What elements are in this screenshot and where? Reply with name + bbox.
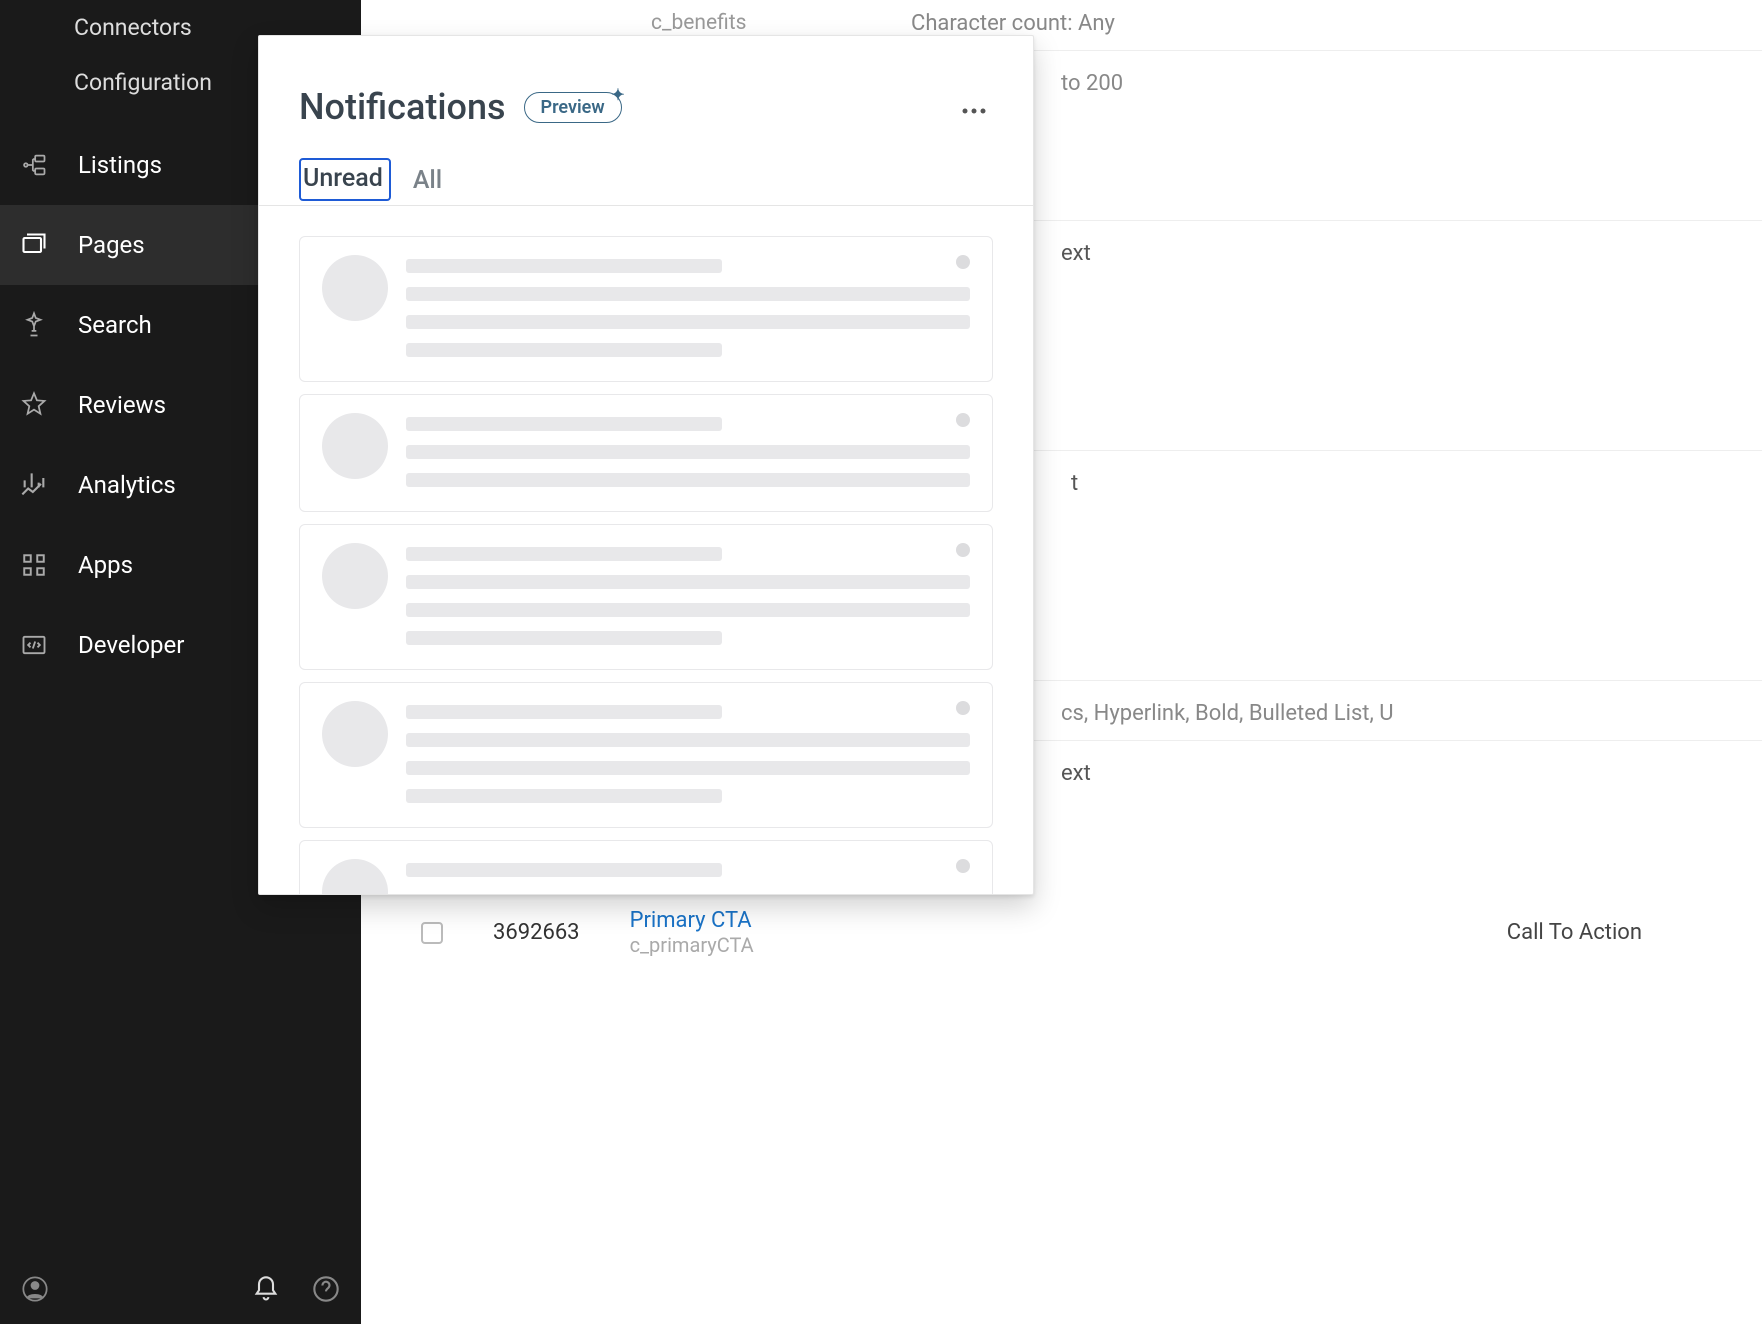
tab-all[interactable]: All — [413, 158, 442, 205]
sparkle-icon: ✦ — [611, 85, 624, 104]
notification-skeleton — [299, 394, 993, 512]
notifications-list — [259, 206, 1033, 895]
developer-icon — [20, 631, 48, 659]
search-icon — [20, 311, 48, 339]
help-icon[interactable] — [311, 1274, 341, 1304]
skeleton-avatar — [322, 255, 388, 321]
tab-unread[interactable]: Unread — [299, 158, 391, 201]
row-checkbox[interactable] — [421, 922, 443, 944]
row-field-type: Call To Action — [1507, 920, 1642, 945]
skeleton-avatar — [322, 413, 388, 479]
skeleton-status-dot — [956, 701, 970, 715]
more-options-button[interactable] — [961, 92, 993, 122]
skeleton-status-dot — [956, 543, 970, 557]
skeleton-avatar — [322, 543, 388, 609]
notification-skeleton — [299, 840, 993, 895]
skeleton-status-dot — [956, 255, 970, 269]
sidebar-item-label: Analytics — [78, 471, 176, 499]
skeleton-status-dot — [956, 413, 970, 427]
sidebar-item-label: Developer — [78, 631, 184, 659]
sidebar-item-label: Reviews — [78, 391, 166, 419]
sidebar-item-label: Listings — [78, 151, 162, 179]
sidebar-item-label: Search — [78, 311, 152, 339]
apps-icon — [20, 551, 48, 579]
skeleton-avatar — [322, 859, 388, 895]
notifications-title: Notifications — [299, 86, 506, 128]
pages-icon — [20, 231, 48, 259]
notifications-tabs: Unread All — [259, 158, 1033, 206]
skeleton-status-dot — [956, 859, 970, 873]
user-avatar-icon[interactable] — [20, 1274, 50, 1304]
sidebar-item-label: Pages — [78, 231, 145, 259]
bg-field-benefits: c_benefits Character count: Any — [401, 0, 1762, 31]
notification-skeleton — [299, 236, 993, 382]
sidebar-item-label: Apps — [78, 551, 133, 579]
reviews-icon — [20, 391, 48, 419]
notification-skeleton — [299, 524, 993, 670]
notifications-panel: Notifications Preview ✦ Unread All — [258, 35, 1034, 895]
notification-skeleton — [299, 682, 993, 828]
preview-badge: Preview ✦ — [524, 92, 622, 123]
row-id: 3692663 — [493, 920, 580, 945]
table-row: 3692663 Primary CTA c_primaryCTA Call To… — [421, 900, 1762, 957]
listings-icon — [20, 151, 48, 179]
analytics-icon — [20, 471, 48, 499]
bell-icon[interactable] — [251, 1274, 281, 1304]
row-field-api-name: c_primaryCTA — [630, 933, 754, 957]
sidebar-footer — [0, 1254, 361, 1324]
notifications-header: Notifications Preview ✦ — [259, 36, 1033, 158]
row-field-link[interactable]: Primary CTA — [630, 908, 754, 933]
skeleton-avatar — [322, 701, 388, 767]
